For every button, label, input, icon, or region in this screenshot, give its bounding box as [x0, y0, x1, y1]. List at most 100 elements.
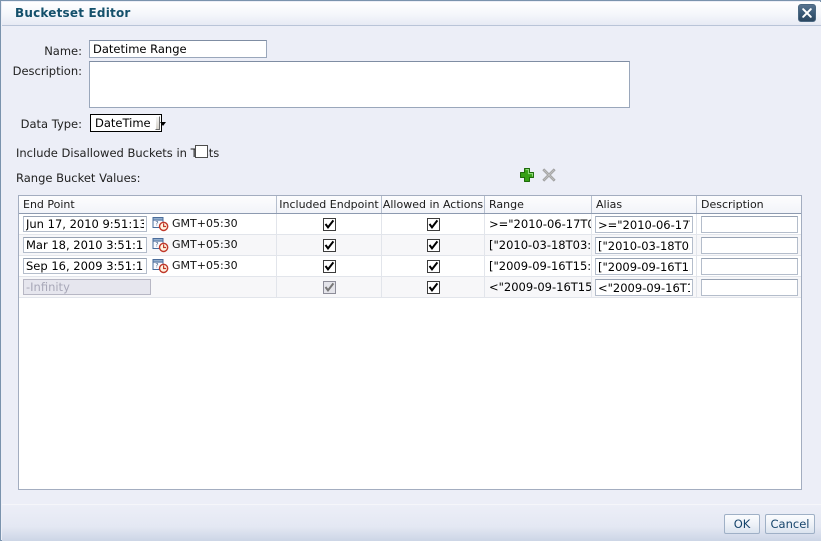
- description-input[interactable]: [701, 258, 798, 275]
- table-row[interactable]: ? GMT+05:30: [19, 256, 801, 277]
- delete-x-icon[interactable]: [540, 166, 558, 184]
- included-endpoint-checkbox[interactable]: [323, 239, 336, 252]
- cell-alias: [591, 214, 696, 235]
- cell-range: >="2010-06-17T09:5: [484, 214, 591, 235]
- column-header-range[interactable]: Range: [484, 196, 591, 213]
- alias-input[interactable]: [595, 237, 693, 254]
- column-header-included-endpoint[interactable]: Included Endpoint: [276, 196, 381, 213]
- calendar-clock-icon[interactable]: ?: [152, 216, 169, 232]
- cell-alias: [591, 256, 696, 277]
- allowed-in-actions-checkbox[interactable]: [427, 239, 440, 252]
- allowed-in-actions-checkbox[interactable]: [427, 281, 440, 294]
- ok-button[interactable]: OK: [724, 514, 760, 534]
- range-value: >="2010-06-17T09:5: [489, 217, 591, 231]
- end-point-input[interactable]: [23, 258, 147, 274]
- add-plus-glyph: [520, 168, 534, 182]
- table-row[interactable]: ? GMT+05:30: [19, 235, 801, 256]
- cell-range: <"2009-09-16T15:51: [484, 277, 591, 298]
- page-title: Bucketset Editor: [15, 6, 131, 20]
- cell-end-point: ? GMT+05:30: [19, 256, 276, 277]
- description-textarea[interactable]: [89, 61, 630, 108]
- delete-x-glyph: [542, 168, 556, 182]
- name-input[interactable]: [89, 40, 267, 58]
- check-mark-icon: [324, 219, 335, 230]
- data-type-value: DateTime: [95, 116, 151, 130]
- description-input[interactable]: [701, 279, 798, 296]
- range-value: ["2010-03-18T03:51:: [489, 238, 591, 252]
- calendar-clock-icon[interactable]: ?: [152, 237, 169, 253]
- table-row[interactable]: ? GMT+05:30: [19, 214, 801, 235]
- description-input[interactable]: [701, 237, 798, 254]
- dialog-footer: OK Cancel: [2, 504, 821, 541]
- close-x-glyph: [802, 8, 812, 18]
- column-header-alias[interactable]: Alias: [591, 196, 696, 213]
- include-disallowed-checkbox[interactable]: [195, 145, 208, 158]
- cell-allowed-in-actions: [381, 256, 484, 277]
- include-disallowed-label: Include Disallowed Buckets in Tests: [16, 146, 220, 160]
- cell-range: ["2010-03-18T03:51:: [484, 235, 591, 256]
- range-bucket-values-table: End Point Included Endpoint Allowed in A…: [18, 195, 802, 490]
- add-plus-icon[interactable]: [518, 166, 536, 184]
- dialog-title-bar: Bucketset Editor: [2, 2, 821, 26]
- bucketset-editor-dialog: Bucketset Editor Name: Description: Data…: [0, 0, 821, 541]
- range-bucket-values-label: Range Bucket Values:: [16, 171, 141, 185]
- description-label: Description:: [12, 64, 82, 78]
- cell-allowed-in-actions: [381, 277, 484, 298]
- alias-input[interactable]: [595, 279, 693, 296]
- table-header-row: End Point Included Endpoint Allowed in A…: [19, 196, 801, 214]
- cancel-button[interactable]: Cancel: [765, 514, 815, 534]
- cell-description: [696, 256, 801, 277]
- svg-text:?: ?: [155, 263, 158, 270]
- cell-description: [696, 235, 801, 256]
- table-row[interactable]: <"2009-09-16T15:51: [19, 277, 801, 298]
- column-header-end-point[interactable]: End Point: [19, 196, 276, 213]
- allowed-in-actions-checkbox[interactable]: [427, 260, 440, 273]
- cell-included-endpoint: [276, 277, 381, 298]
- calendar-clock-glyph: ?: [152, 238, 169, 253]
- range-value: <"2009-09-16T15:51: [489, 280, 591, 294]
- check-mark-icon: [428, 261, 439, 272]
- svg-text:?: ?: [155, 242, 158, 249]
- included-endpoint-checkbox[interactable]: [323, 260, 336, 273]
- allowed-in-actions-checkbox[interactable]: [427, 218, 440, 231]
- end-point-input[interactable]: [23, 237, 147, 253]
- data-type-select[interactable]: DateTime: [90, 114, 167, 132]
- alias-input[interactable]: [595, 258, 693, 275]
- range-value: ["2009-09-16T15:51:: [489, 259, 591, 273]
- cell-included-endpoint: [276, 214, 381, 235]
- check-mark-icon: [324, 261, 335, 272]
- table-right-rail: [801, 196, 802, 489]
- close-icon[interactable]: [798, 4, 816, 22]
- description-input[interactable]: [701, 216, 798, 233]
- cell-alias: [591, 277, 696, 298]
- name-label: Name:: [44, 44, 82, 58]
- dialog-body: Name: Description: Data Type: DateTime I…: [2, 26, 821, 504]
- calendar-clock-icon[interactable]: ?: [152, 258, 169, 274]
- cell-end-point: ? GMT+05:30: [19, 214, 276, 235]
- included-endpoint-checkbox[interactable]: [323, 218, 336, 231]
- svg-text:?: ?: [155, 221, 158, 228]
- included-endpoint-checkbox: [323, 281, 336, 294]
- cell-included-endpoint: [276, 256, 381, 277]
- check-mark-icon: [324, 282, 335, 293]
- check-mark-icon: [428, 240, 439, 251]
- check-mark-icon: [428, 282, 439, 293]
- timezone-label: GMT+05:30: [172, 217, 238, 230]
- data-type-label: Data Type:: [20, 117, 82, 131]
- timezone-label: GMT+05:30: [172, 238, 238, 251]
- alias-input[interactable]: [595, 216, 693, 233]
- check-mark-icon: [324, 240, 335, 251]
- end-point-input: [23, 279, 151, 295]
- column-header-description[interactable]: Description: [696, 196, 801, 213]
- cell-range: ["2009-09-16T15:51:: [484, 256, 591, 277]
- cell-allowed-in-actions: [381, 235, 484, 256]
- cell-description: [696, 277, 801, 298]
- calendar-clock-glyph: ?: [152, 217, 169, 232]
- cell-end-point: [19, 277, 276, 298]
- cell-allowed-in-actions: [381, 214, 484, 235]
- end-point-input[interactable]: [23, 216, 147, 232]
- cell-included-endpoint: [276, 235, 381, 256]
- check-mark-icon: [428, 219, 439, 230]
- chevron-down-icon[interactable]: [154, 116, 167, 130]
- column-header-allowed-in-actions[interactable]: Allowed in Actions: [381, 196, 484, 213]
